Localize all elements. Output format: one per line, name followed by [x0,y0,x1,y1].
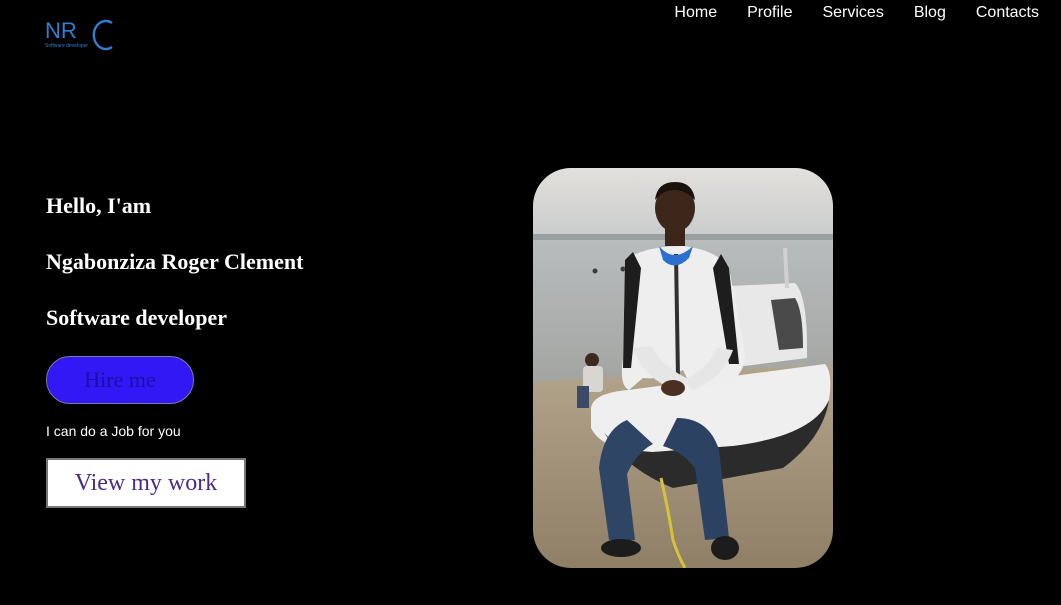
profile-photo [533,168,833,568]
view-my-work-button[interactable]: View my work [46,458,246,508]
logo-letter-c [92,19,113,51]
profile-photo-illustration [533,168,833,568]
hero-name: Ngabonziza Roger Clement [46,249,304,274]
nav-contacts[interactable]: Contacts [976,4,1039,22]
logo-letters-nr: NR [45,18,77,43]
hero-tagline: I can do a Job for you [46,423,181,439]
logo-subtitle: Software developer [45,43,88,49]
hero-greeting: Hello, I'am [46,193,152,218]
nav-home[interactable]: Home [674,4,717,22]
hire-me-button[interactable]: Hire me [46,356,194,404]
main-nav: Home Profile Services Blog Contacts [674,4,1039,22]
nav-services[interactable]: Services [822,4,883,22]
nav-profile[interactable]: Profile [747,4,792,22]
nav-blog[interactable]: Blog [914,4,946,22]
hero-role: Software developer [46,305,228,330]
nrc-logo-graphic: NR Software developer [45,18,113,51]
site-logo[interactable]: NR Software developer [44,14,116,54]
